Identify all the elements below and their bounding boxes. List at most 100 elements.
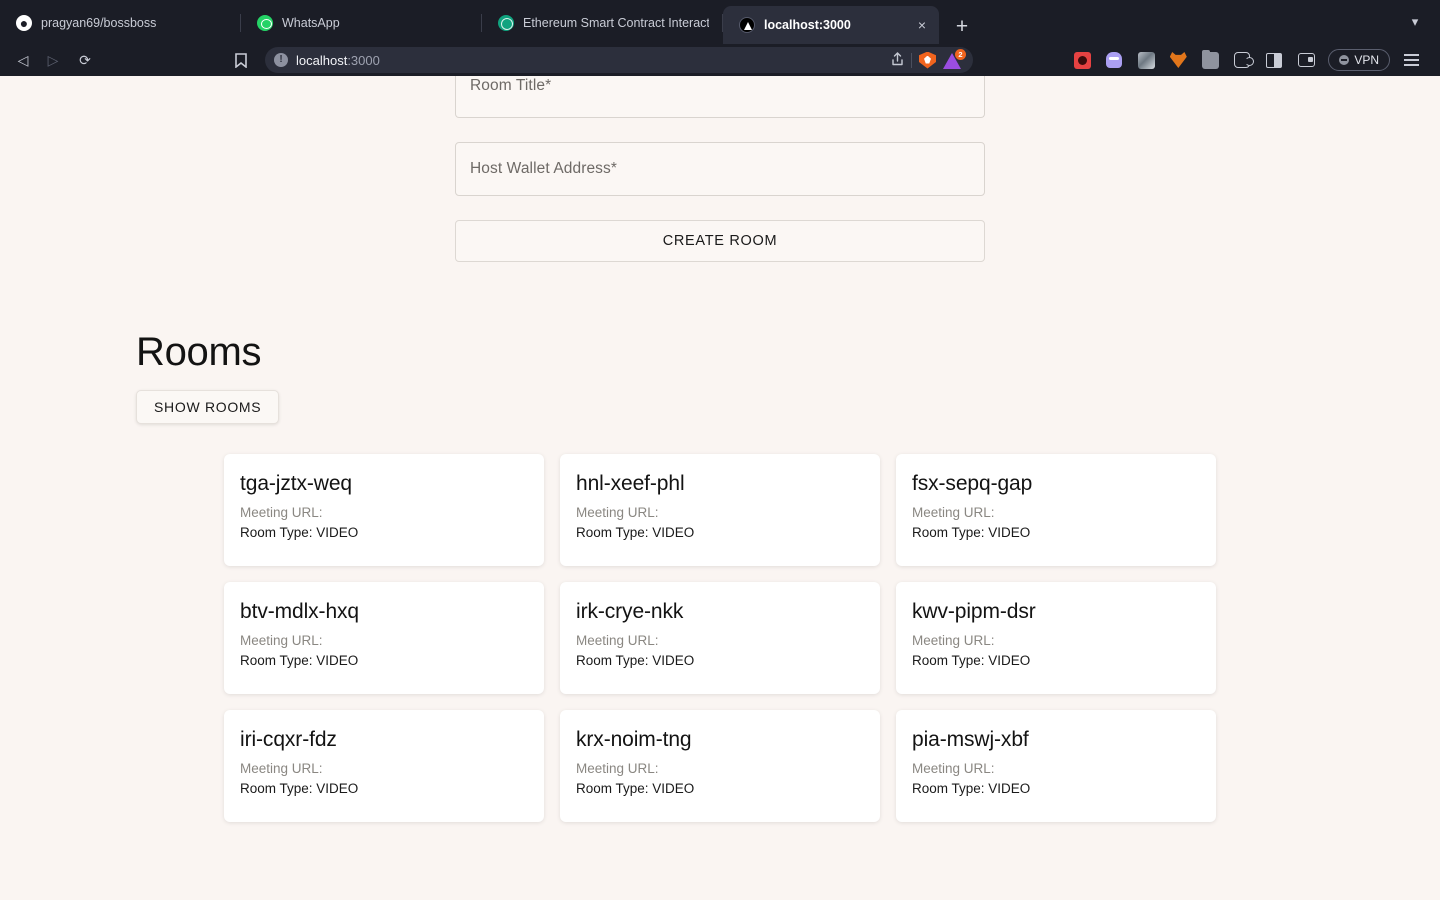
url-host: localhost — [296, 52, 348, 68]
leo-ai-icon[interactable]: 2 — [943, 49, 966, 69]
browser-chrome: ● pragyan69/bossboss WhatsApp Ethereum S… — [0, 0, 1440, 76]
rooms-section: Rooms SHOW ROOMS tga-jztx-weq Meeting UR… — [0, 332, 1440, 822]
table-row[interactable]: iri-cqxr-fdz Meeting URL: Room Type: VID… — [224, 710, 544, 822]
table-row[interactable]: btv-mdlx-hxq Meeting URL: Room Type: VID… — [224, 582, 544, 694]
meeting-url-label: Meeting URL: — [912, 761, 995, 777]
host-wallet-address-label: Host Wallet Address* — [470, 160, 618, 177]
room-type-label: Room Type: VIDEO — [576, 781, 695, 797]
table-row[interactable]: irk-crye-nkk Meeting URL: Room Type: VID… — [560, 582, 880, 694]
nextjs-icon — [739, 17, 755, 33]
room-title-label: Room Title* — [470, 77, 552, 94]
meeting-url-label: Meeting URL: — [576, 761, 659, 777]
gray-folder-extension-icon[interactable] — [1194, 47, 1226, 73]
bookmark-glyph — [235, 52, 247, 68]
share-icon[interactable] — [891, 51, 904, 69]
bookmark-icon[interactable] — [226, 47, 256, 73]
share-glyph — [892, 51, 903, 65]
divider — [911, 52, 912, 68]
leo-badge-count: 2 — [955, 49, 966, 60]
whatsapp-icon — [257, 15, 273, 31]
room-type-label: Room Type: VIDEO — [912, 781, 1031, 797]
back-button[interactable]: ◁ — [8, 47, 38, 73]
puzzle-extensions-icon[interactable] — [1226, 47, 1258, 73]
close-icon[interactable]: × — [913, 16, 931, 34]
wallet-icon[interactable] — [1290, 47, 1322, 73]
meeting-url-label: Meeting URL: — [576, 505, 659, 521]
forward-button[interactable]: ▷ — [38, 47, 68, 73]
room-id: irk-crye-nkk — [576, 600, 684, 623]
room-id: iri-cqxr-fdz — [240, 728, 337, 751]
table-row[interactable]: tga-jztx-weq Meeting URL: Room Type: VID… — [224, 454, 544, 566]
menu-icon[interactable] — [1396, 47, 1426, 73]
tab-chatgpt[interactable]: Ethereum Smart Contract Interactio — [482, 6, 723, 40]
sidebar-toggle-icon[interactable] — [1258, 47, 1290, 73]
address-bar[interactable]: ! localhost:3000 2 — [265, 47, 973, 73]
brave-shield-icon[interactable] — [919, 51, 936, 69]
room-id: tga-jztx-weq — [240, 472, 353, 495]
room-id: kwv-pipm-dsr — [912, 600, 1036, 623]
create-room-form: Room Title* Host Wallet Address* CREATE … — [455, 76, 985, 262]
vpn-label: VPN — [1354, 53, 1379, 67]
meeting-url-label: Meeting URL: — [240, 633, 323, 649]
url-text: localhost:3000 — [296, 53, 380, 68]
room-id: krx-noim-tng — [576, 728, 692, 751]
site-info-icon[interactable]: ! — [274, 53, 288, 67]
tab-strip: ● pragyan69/bossboss WhatsApp Ethereum S… — [0, 0, 1440, 44]
tab-label: pragyan69/bossboss — [41, 16, 157, 30]
room-id: fsx-sepq-gap — [912, 472, 1033, 495]
url-port: :3000 — [347, 52, 380, 68]
room-type-label: Room Type: VIDEO — [240, 781, 359, 797]
host-wallet-address-input[interactable]: Host Wallet Address* — [455, 142, 985, 196]
room-id: btv-mdlx-hxq — [240, 600, 359, 623]
room-type-label: Room Type: VIDEO — [912, 653, 1031, 669]
app-page: Room Title* Host Wallet Address* CREATE … — [0, 76, 1440, 822]
table-row[interactable]: krx-noim-tng Meeting URL: Room Type: VID… — [560, 710, 880, 822]
show-rooms-button[interactable]: SHOW ROOMS — [136, 390, 280, 424]
github-icon: ● — [16, 15, 32, 31]
reload-button[interactable]: ⟳ — [68, 47, 102, 73]
tab-localhost-3000[interactable]: localhost:3000 × — [723, 6, 939, 44]
meeting-url-label: Meeting URL: — [240, 761, 323, 777]
extensions-toolbar: VPN — [1066, 47, 1430, 73]
phantom-wallet-icon[interactable] — [1098, 47, 1130, 73]
screenshot-extension-icon[interactable] — [1130, 47, 1162, 73]
browser-window: ● pragyan69/bossboss WhatsApp Ethereum S… — [0, 0, 1440, 900]
page-title: Rooms — [136, 330, 262, 374]
tab-strip-right: ▾ — [1402, 9, 1440, 35]
room-title-input[interactable]: Room Title* — [455, 76, 985, 118]
room-type-label: Room Type: VIDEO — [576, 525, 695, 541]
tab-github[interactable]: ● pragyan69/bossboss — [0, 6, 241, 40]
meeting-url-label: Meeting URL: — [912, 505, 995, 521]
required-mark: * — [545, 77, 552, 94]
new-tab-button[interactable]: + — [947, 12, 977, 42]
rooms-grid: tga-jztx-weq Meeting URL: Room Type: VID… — [224, 454, 1216, 822]
chatgpt-icon — [498, 15, 514, 31]
table-row[interactable]: kwv-pipm-dsr Meeting URL: Room Type: VID… — [896, 582, 1216, 694]
table-row[interactable]: hnl-xeef-phl Meeting URL: Room Type: VID… — [560, 454, 880, 566]
page-viewport: Room Title* Host Wallet Address* CREATE … — [0, 76, 1440, 900]
room-type-label: Room Type: VIDEO — [240, 653, 359, 669]
tab-whatsapp[interactable]: WhatsApp — [241, 6, 482, 40]
tab-label: localhost:3000 — [764, 18, 851, 32]
table-row[interactable]: fsx-sepq-gap Meeting URL: Room Type: VID… — [896, 454, 1216, 566]
tab-label: Ethereum Smart Contract Interactio — [523, 16, 709, 30]
room-type-label: Room Type: VIDEO — [240, 525, 359, 541]
room-type-label: Room Type: VIDEO — [576, 653, 695, 669]
red-extension-icon[interactable] — [1066, 47, 1098, 73]
room-type-label: Room Type: VIDEO — [912, 525, 1031, 541]
vpn-button[interactable]: VPN — [1328, 49, 1390, 71]
table-row[interactable]: pia-mswj-xbf Meeting URL: Room Type: VID… — [896, 710, 1216, 822]
required-mark: * — [610, 160, 618, 177]
chevron-down-icon[interactable]: ▾ — [1402, 9, 1428, 35]
room-id: pia-mswj-xbf — [912, 728, 1029, 751]
create-room-button[interactable]: CREATE ROOM — [455, 220, 985, 262]
vpn-status-icon — [1339, 55, 1350, 65]
meeting-url-label: Meeting URL: — [576, 633, 659, 649]
metamask-icon[interactable] — [1162, 47, 1194, 73]
tab-label: WhatsApp — [282, 16, 340, 30]
navigation-toolbar: ◁ ▷ ⟳ ! localhost:3000 2 VPN — [0, 44, 1440, 76]
room-id: hnl-xeef-phl — [576, 472, 685, 495]
address-bar-actions: 2 — [891, 49, 966, 69]
meeting-url-label: Meeting URL: — [912, 633, 995, 649]
meeting-url-label: Meeting URL: — [240, 505, 323, 521]
